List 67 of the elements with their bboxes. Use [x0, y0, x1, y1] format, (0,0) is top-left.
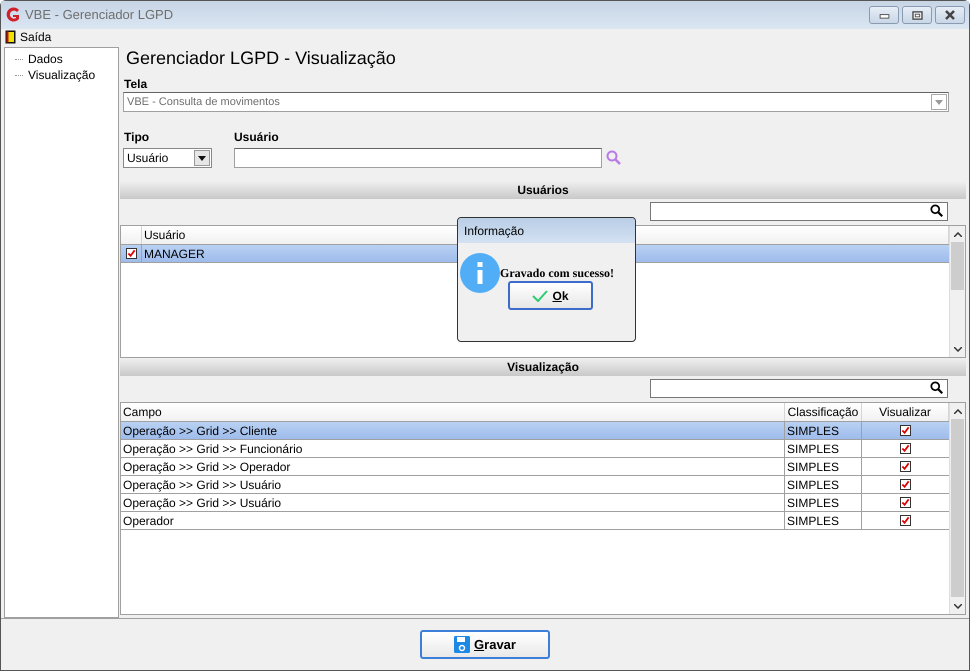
scroll-up-icon[interactable] [954, 232, 962, 236]
screen-dropdown[interactable]: VBE - Consulta de movimentos [123, 92, 949, 112]
scroll-down-icon[interactable] [954, 604, 962, 608]
table-row[interactable]: Operador SIMPLES [121, 512, 949, 530]
maximize-icon [912, 10, 922, 20]
user-input-field[interactable] [234, 148, 602, 168]
column-header: Campo [121, 403, 785, 421]
info-icon [460, 253, 500, 293]
checkbox[interactable] [900, 479, 911, 490]
table-row[interactable]: Operação >> Grid >> Funcionário SIMPLES [121, 440, 949, 458]
table-cell: Operação >> Grid >> Cliente [121, 422, 785, 439]
checkbox[interactable] [900, 425, 911, 436]
checkbox[interactable] [900, 515, 911, 526]
checkbox[interactable] [126, 248, 136, 259]
save-button[interactable]: Gravar [420, 630, 550, 659]
dialog-title: Informação [458, 218, 635, 243]
checkbox[interactable] [900, 443, 911, 454]
table-row[interactable]: Operação >> Grid >> Usuário SIMPLES [121, 476, 949, 494]
scrollbar[interactable] [949, 403, 965, 614]
table-cell: SIMPLES [785, 476, 862, 493]
table-cell: Operação >> Grid >> Funcionário [121, 440, 785, 457]
checkbox[interactable] [900, 497, 911, 508]
dialog-message: Gravado com sucesso! [500, 265, 614, 282]
table-cell: SIMPLES [785, 494, 862, 511]
table-cell: Operação >> Grid >> Usuário [121, 476, 785, 493]
search-icon[interactable] [930, 204, 944, 218]
minimize-button[interactable] [869, 6, 899, 24]
column-header: Visualizar [862, 403, 949, 421]
table-cell: SIMPLES [785, 458, 862, 475]
table-cell: SIMPLES [785, 440, 862, 457]
section-header: Visualização [120, 358, 966, 376]
menu-item[interactable]: Saída [5, 28, 52, 46]
table-cell: Operação >> Grid >> Usuário [121, 494, 785, 511]
field-label: Usuário [234, 131, 280, 145]
table-cell: SIMPLES [785, 512, 862, 529]
table-cell-text: MANAGER [143, 246, 205, 262]
checkbox[interactable] [900, 461, 911, 472]
field-label: Tela [124, 78, 148, 91]
tree-item[interactable]: Dados [27, 50, 64, 68]
window-title: VBE - Gerenciador LGPD [25, 6, 174, 24]
app-logo-icon [5, 7, 21, 23]
search-field[interactable] [650, 202, 948, 220]
maximize-button[interactable] [902, 6, 932, 24]
field-label: Tipo [124, 131, 150, 145]
minimize-icon [878, 12, 890, 18]
table-row[interactable]: Operação >> Grid >> Cliente SIMPLES [121, 422, 949, 440]
section-header: Usuários [120, 181, 966, 199]
page-heading: Gerenciador LGPD - Visualização [126, 47, 397, 70]
close-button[interactable] [935, 6, 965, 24]
checkmark-icon [532, 290, 548, 302]
scrollbar[interactable] [949, 226, 965, 357]
ok-button[interactable]: Ok [508, 281, 593, 310]
table-cell: SIMPLES [785, 422, 862, 439]
search-field[interactable] [650, 378, 948, 398]
column-header [121, 226, 142, 244]
scroll-up-icon[interactable] [954, 408, 962, 414]
tree-item[interactable]: Visualização [27, 66, 96, 84]
table-cell: Operação >> Grid >> Operador [121, 458, 785, 475]
type-dropdown[interactable]: Usuário [123, 148, 212, 168]
search-icon[interactable] [930, 381, 944, 395]
column-header: Classificação [785, 403, 862, 421]
door-icon [5, 30, 16, 44]
table-cell: Operador [121, 512, 785, 529]
table-row[interactable]: Operação >> Grid >> Usuário SIMPLES [121, 494, 949, 512]
scroll-down-icon[interactable] [954, 346, 962, 352]
close-icon [944, 10, 956, 20]
table-row[interactable]: Operação >> Grid >> Operador SIMPLES [121, 458, 949, 476]
